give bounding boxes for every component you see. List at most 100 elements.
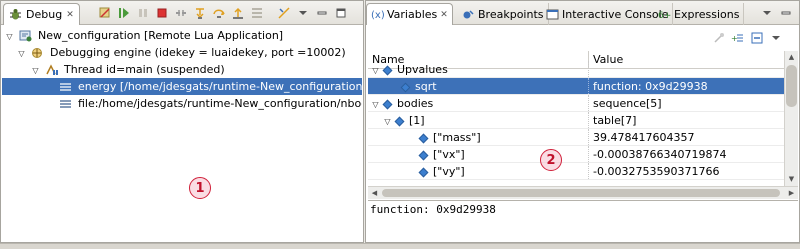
tab-expressions-label: Expressions [674, 7, 740, 21]
tree-item-thread[interactable]: ▽ Thread id=main (suspended) [2, 61, 362, 78]
close-icon[interactable]: ✕ [66, 10, 74, 20]
launch-configuration-icon [19, 30, 31, 42]
tree-item-label: Debugging engine (idekey = luaidekey, po… [50, 46, 346, 59]
detail-pane[interactable]: function: 0x9d29938 [368, 200, 798, 242]
value-cell: -0.00038766340719874 [593, 148, 727, 161]
view-menu-icon[interactable] [759, 5, 775, 21]
scroll-down-icon[interactable]: ▼ [785, 173, 798, 186]
debug-toolbar [97, 5, 349, 21]
variable-name: ["mass"] [433, 131, 481, 144]
step-return-icon[interactable] [230, 5, 246, 21]
name-cell: ▽ Upvalues [368, 61, 589, 77]
scroll-up-icon[interactable]: ▲ [785, 51, 798, 64]
suspend-icon[interactable] [135, 5, 151, 21]
expressions-icon: 6+ [658, 11, 671, 21]
name-cell: ["mass"] [368, 129, 589, 145]
tree-item-label: New_configuration [Remote Lua Applicatio… [38, 29, 284, 42]
variable-name: ["vy"] [433, 165, 465, 178]
tree-item-stack-frame-energy[interactable]: energy [/home/jdesgats/runtime-New_confi… [2, 78, 362, 95]
variables-toolbar-buttons: + [711, 30, 784, 46]
disconnect-icon[interactable] [173, 5, 189, 21]
table-row[interactable]: ▽ [1] table[7] [368, 112, 784, 129]
variable-name: bodies [397, 97, 434, 110]
show-logical-structure-icon[interactable]: + [730, 30, 746, 46]
table-row[interactable]: ["mass"] 39.478417604357 [368, 129, 784, 146]
table-row[interactable]: ["vy"] -0.0032753590371766 [368, 163, 784, 180]
variables-toolbar: + [366, 26, 799, 50]
variable-name: [1] [409, 114, 425, 127]
expand-twisty-icon[interactable]: ▽ [4, 28, 15, 44]
variables-icon: (x) [371, 10, 384, 21]
stack-frame-icon [59, 83, 71, 91]
variables-table: Name Value ▽ Upvalues sqrt function: 0x9d… [368, 51, 784, 186]
name-cell: ▽ bodies [368, 95, 589, 111]
vertical-scrollbar[interactable]: ▲ ▼ [784, 51, 798, 186]
variable-icon [418, 150, 429, 160]
expand-twisty-icon[interactable]: ▽ [30, 62, 41, 78]
scrollbar-thumb[interactable] [382, 189, 780, 197]
tab-interactive-console-label: Interactive Console [562, 7, 669, 21]
variable-name: Upvalues [397, 63, 448, 76]
terminate-icon[interactable] [154, 5, 170, 21]
tree-item-label: file:/home/jdesgats/runtime-New_configur… [78, 97, 362, 110]
maximize-icon[interactable] [333, 5, 349, 21]
show-type-names-icon[interactable] [711, 30, 727, 46]
expand-twisty-icon[interactable]: ▽ [370, 62, 381, 77]
variable-name: sqrt [415, 80, 437, 93]
variables-view-controls [759, 5, 794, 21]
thread-suspended-icon [45, 64, 58, 75]
tree-item-launch[interactable]: ▽ New_configuration [Remote Lua Applicat… [2, 27, 362, 44]
remove-terminated-icon[interactable] [97, 5, 113, 21]
table-row[interactable]: ▽ bodies sequence[5] [368, 95, 784, 112]
annotation-marker-1: 1 [189, 177, 211, 199]
svg-text:+: + [731, 34, 738, 43]
tab-debug[interactable]: Debug ✕ [3, 3, 80, 25]
tab-breakpoints[interactable]: Breakpoints [458, 3, 549, 25]
resume-icon[interactable] [116, 5, 132, 21]
variable-icon [394, 116, 405, 126]
expand-twisty-icon[interactable]: ▽ [382, 113, 393, 128]
value-cell: -0.0032753590371766 [593, 165, 720, 178]
tab-variables-label: Variables [387, 8, 438, 21]
scrollbar-thumb[interactable] [786, 65, 797, 107]
step-into-icon[interactable] [192, 5, 208, 21]
view-menu-icon[interactable] [768, 30, 784, 46]
variable-icon [400, 82, 411, 92]
scroll-left-icon[interactable]: ◀ [368, 187, 381, 199]
value-cell: sequence[5] [593, 97, 662, 110]
tree-item-label: Thread id=main (suspended) [64, 63, 225, 76]
scroll-right-icon[interactable]: ▶ [785, 187, 798, 199]
drop-to-frame-icon[interactable] [249, 5, 265, 21]
annotation-marker-2: 2 [540, 149, 562, 171]
tree-item-engine[interactable]: ▽ Debugging engine (idekey = luaidekey, … [2, 44, 362, 61]
console-icon [546, 9, 559, 19]
debug-tree: ▽ New_configuration [Remote Lua Applicat… [2, 27, 362, 112]
collapse-all-icon[interactable] [749, 30, 765, 46]
view-menu-icon[interactable] [295, 5, 311, 21]
value-cell: function: 0x9d29938 [593, 80, 708, 93]
variable-name: ["vx"] [433, 148, 465, 161]
horizontal-scrollbar[interactable]: ◀ ▶ [368, 186, 798, 199]
breakpoints-icon [463, 9, 474, 18]
table-row[interactable]: sqrt function: 0x9d29938 [368, 78, 784, 95]
value-cell [589, 61, 593, 77]
step-over-icon[interactable] [211, 5, 227, 21]
table-row[interactable]: ▽ Upvalues [368, 61, 784, 78]
tab-expressions[interactable]: 6+ Expressions [654, 3, 745, 25]
column-header-value[interactable]: Value [589, 51, 623, 68]
tab-variables[interactable]: (x) Variables ✕ [366, 3, 453, 25]
table-row[interactable]: ["vx"] -0.00038766340719874 [368, 146, 784, 163]
expand-twisty-icon[interactable]: ▽ [370, 96, 381, 111]
svg-text:(x): (x) [371, 10, 384, 21]
minimize-icon[interactable] [314, 5, 330, 21]
expand-twisty-icon[interactable]: ▽ [16, 45, 27, 61]
name-cell: sqrt [368, 78, 589, 94]
use-step-filters-icon[interactable] [276, 5, 292, 21]
variable-icon [382, 99, 393, 109]
minimize-icon[interactable] [778, 5, 794, 21]
svg-text:6+: 6+ [658, 11, 671, 21]
variable-icon [382, 65, 393, 75]
bottom-tab-strip [0, 243, 800, 249]
close-icon[interactable]: ✕ [440, 10, 448, 20]
tree-item-stack-frame-file[interactable]: file:/home/jdesgats/runtime-New_configur… [2, 95, 362, 112]
